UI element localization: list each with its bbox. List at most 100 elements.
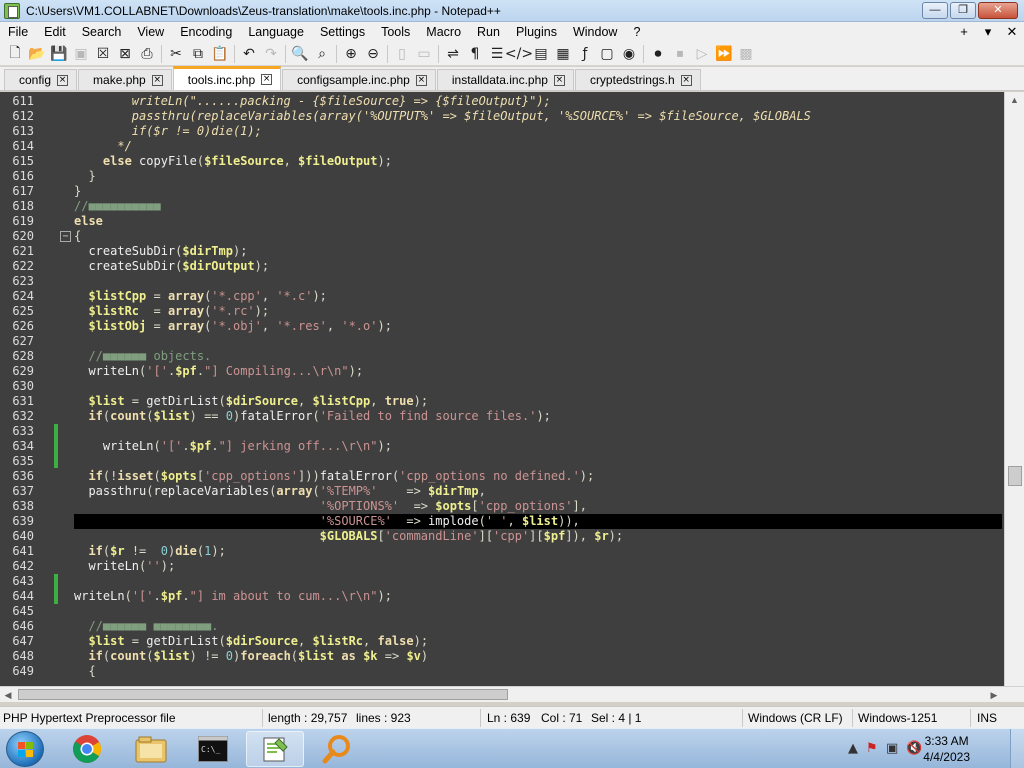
code-line[interactable]: { [74,664,1002,679]
stop-macro-icon[interactable]: ⏹ [670,44,690,64]
document-list-icon[interactable]: ▦ [553,44,573,64]
zoom-out-icon[interactable]: ⊖ [363,44,383,64]
close-all-icon[interactable]: ⊠ [115,44,135,64]
tab-close-icon[interactable]: × [261,74,273,85]
code-line[interactable] [74,379,1002,394]
save-all-icon[interactable]: ▣ [71,44,91,64]
status-eol[interactable]: Windows (CR LF) [748,711,843,725]
tab-config[interactable]: config × [4,69,78,90]
code-line[interactable] [74,424,1002,439]
tab-close-icon[interactable]: × [553,74,565,86]
code-line[interactable]: writeLn(''); [74,559,1002,574]
code-line[interactable]: writeLn("......packing - {$fileSource} =… [74,94,1002,109]
status-encoding[interactable]: Windows-1251 [858,711,937,725]
code-line[interactable]: createSubDir($dirTmp); [74,244,1002,259]
code-line[interactable]: if($r != 0)die(1); [74,544,1002,559]
taskbar-chrome[interactable] [58,731,116,767]
horizontal-scroll-thumb[interactable] [18,689,508,700]
code-line[interactable]: } [74,184,1002,199]
save-icon[interactable]: 💾 [49,44,69,64]
new-file-icon[interactable]: 🗋 [5,44,25,64]
code-line[interactable]: if(count($list) != 0)foreach($list as $k… [74,649,1002,664]
taskbar-notepadpp[interactable] [246,731,304,767]
code-line[interactable]: $list = getDirList($dirSource, $listCpp,… [74,394,1002,409]
sync-horizontal-icon[interactable]: ▭ [414,44,434,64]
paste-icon[interactable]: 📋 [210,44,230,64]
action-center-flag-icon[interactable]: ⚑ [866,741,878,756]
document-map-icon[interactable]: ▤ [531,44,551,64]
run-macro-multiple-icon[interactable]: ⏩ [714,44,734,64]
tab-tools-inc-php[interactable]: tools.inc.php × [172,66,282,90]
code-line[interactable]: else copyFile($fileSource, $fileOutput); [74,154,1002,169]
code-line[interactable]: writeLn('['.$pf."] Compiling...\r\n"); [74,364,1002,379]
menu-run[interactable]: Run [469,22,508,42]
show-all-chars-icon[interactable]: ¶ [465,44,485,64]
code-line[interactable] [74,574,1002,589]
current-code-line[interactable]: '%SOURCE%' => implode(' ', $list)), [74,514,1002,529]
code-line[interactable]: $listRc = array('*.rc'); [74,304,1002,319]
code-line[interactable]: //■■■■■■■■■■ [74,199,1002,214]
tab-close-icon[interactable]: × [151,74,163,86]
clock[interactable]: 3:33 AM 4/4/2023 [923,733,970,765]
code-editor[interactable]: 611 612 613 614 615 616 617 618 619 620 621 622 623 6… [0,92,1024,686]
sync-vertical-icon[interactable]: ▯ [392,44,412,64]
tab-close-icon[interactable]: × [680,74,692,86]
code-line[interactable]: '%OPTIONS%' => $opts['cpp_options'], [74,499,1002,514]
zoom-in-icon[interactable]: ⊕ [341,44,361,64]
code-line[interactable]: $listCpp = array('*.cpp', '*.c'); [74,289,1002,304]
code-line[interactable]: createSubDir($dirOutput); [74,259,1002,274]
xml-tags-icon[interactable]: </> [505,44,533,64]
code-line[interactable]: //■■■■■■ objects. [74,349,1002,364]
code-line[interactable]: */ [74,139,1002,154]
tab-installdata-inc-php[interactable]: installdata.inc.php × [436,69,574,90]
close-document-button[interactable]: ✕ [1000,24,1024,40]
code-line[interactable]: writeLn('['.$pf."] jerking off...\r\n"); [74,439,1002,454]
record-macro-icon[interactable]: ⏺ [648,44,668,64]
code-line[interactable] [74,274,1002,289]
taskbar-search-tool[interactable] [308,731,366,767]
menu-edit[interactable]: Edit [36,22,74,42]
tab-cryptedstrings-h[interactable]: cryptedstrings.h × [574,69,701,90]
code-line[interactable]: writeLn('['.$pf."] im about to cum...\r\… [74,589,1002,604]
open-file-icon[interactable]: 📂 [27,44,47,64]
status-insert-mode[interactable]: INS [977,711,997,725]
tab-close-icon[interactable]: × [57,74,69,86]
code-line[interactable] [74,604,1002,619]
menu-view[interactable]: View [129,22,172,42]
close-button[interactable]: ✕ [978,2,1018,19]
vertical-scroll-thumb[interactable] [1008,466,1022,486]
find-icon[interactable]: 🔍 [290,44,310,64]
network-icon[interactable]: ▣ [886,741,898,756]
code-line[interactable]: $list = getDirList($dirSource, $listRc, … [74,634,1002,649]
menu-file[interactable]: File [0,22,36,42]
scroll-left-icon[interactable]: ◀ [0,687,16,703]
fold-toggle-icon[interactable]: − [60,231,71,242]
tab-close-icon[interactable]: × [415,74,427,86]
code-area[interactable]: writeLn("......packing - {$fileSource} =… [74,94,1002,679]
show-desktop-button[interactable] [1010,729,1024,768]
code-line[interactable] [74,454,1002,469]
function-list-icon[interactable]: ƒ [575,44,595,64]
menu-settings[interactable]: Settings [312,22,373,42]
maximize-button[interactable]: ❐ [950,2,976,19]
horizontal-scrollbar[interactable]: ◀ ▶ [0,686,1024,702]
menu-help[interactable]: ? [625,22,648,42]
redo-icon[interactable]: ↷ [261,44,281,64]
tab-configsample-inc-php[interactable]: configsample.inc.php × [282,69,436,90]
folder-workspace-icon[interactable]: ▢ [597,44,617,64]
scroll-up-icon[interactable]: ▲ [1005,92,1024,108]
code-line[interactable]: if(count($list) == 0)fatalError('Failed … [74,409,1002,424]
minimize-button[interactable]: — [922,2,948,19]
play-macro-icon[interactable]: ▷ [692,44,712,64]
replace-icon[interactable]: ⌕ [312,44,332,64]
code-line[interactable]: } [74,169,1002,184]
save-macro-icon[interactable]: ▩ [736,44,756,64]
undo-icon[interactable]: ↶ [239,44,259,64]
print-icon[interactable]: ⎙ [137,44,157,64]
menu-encoding[interactable]: Encoding [172,22,240,42]
code-line[interactable] [74,334,1002,349]
code-line[interactable]: $listObj = array('*.obj', '*.res', '*.o'… [74,319,1002,334]
code-line[interactable]: else [74,214,1002,229]
menu-language[interactable]: Language [240,22,312,42]
menu-macro[interactable]: Macro [418,22,469,42]
